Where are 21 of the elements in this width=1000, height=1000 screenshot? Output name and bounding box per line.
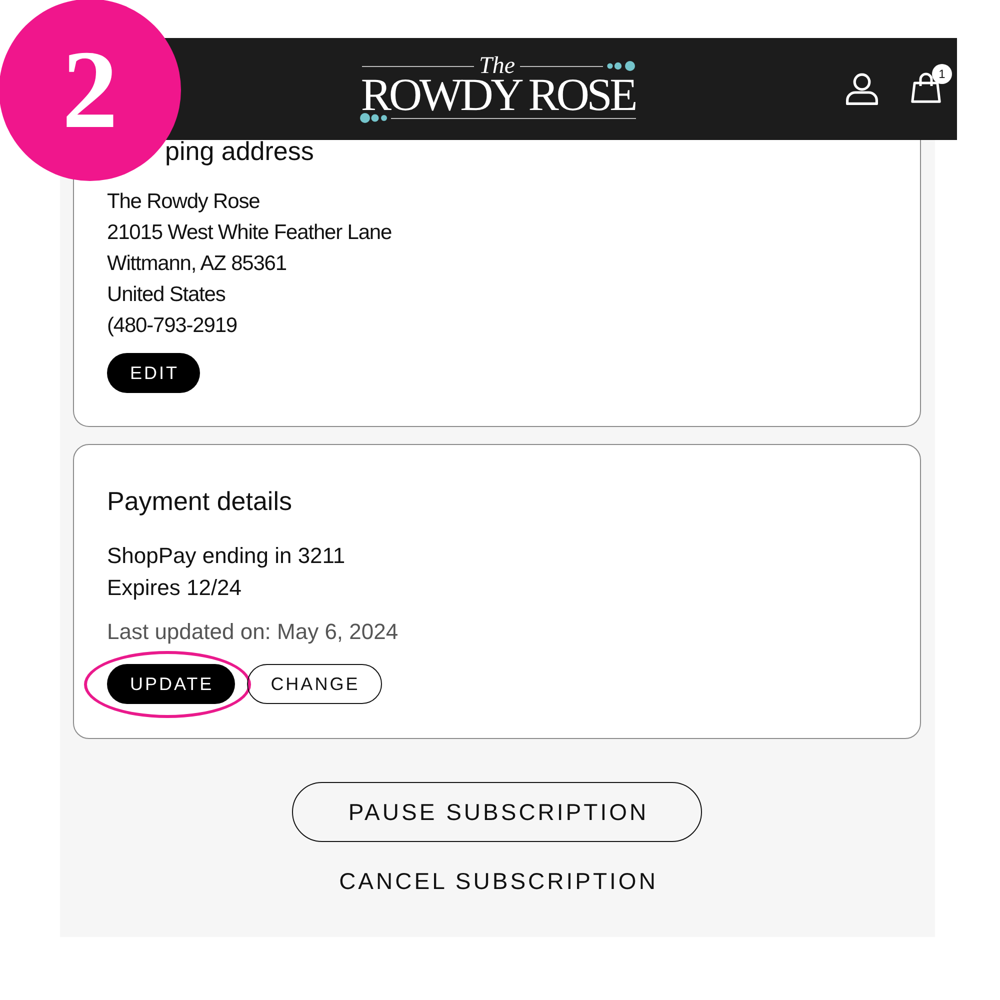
shopping-bag-icon[interactable] [911,72,941,103]
card-title: Payment details [107,487,292,515]
cart-count-badge: 1 [932,64,952,84]
payment-line: Expires 12/24 [107,574,242,602]
address-line: 21015 West White Feather Lane [107,220,392,246]
account-icon[interactable] [845,73,879,105]
change-button[interactable]: CHANGE [246,664,382,704]
address-line: (480-793-2919 [107,313,237,339]
logo-wordmark: ROWDY ROSE [360,77,636,113]
ornament-dots-icon [607,61,636,71]
logo-script-text: The [478,55,516,77]
address-line: Wittmann, AZ 85361 [107,251,286,277]
address-line: United States [107,282,226,308]
edit-button[interactable]: EDIT [107,353,200,393]
cancel-subscription-link[interactable]: CANCEL SUBSCRIPTION [336,867,658,895]
pause-subscription-button[interactable]: PAUSE SUBSCRIPTION [292,782,702,842]
last-updated-text: Last updated on: May 6, 2024 [107,618,398,646]
ornament-dots-icon [360,113,389,123]
address-line: The Rowdy Rose [107,189,260,215]
update-button[interactable]: UPDATE [107,664,235,704]
payment-line: ShopPay ending in 3211 [107,542,346,570]
